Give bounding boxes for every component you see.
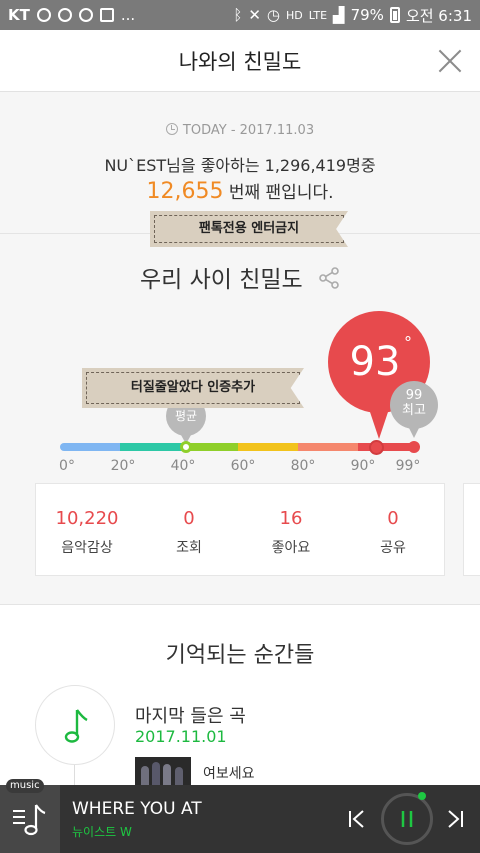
max-intimacy-label: 최고 [402,403,426,418]
fan-count-text: NU`EST님을 좋아하는 1,296,419명중 [104,156,376,175]
next-icon[interactable] [443,807,467,831]
gauge-tick-label: 40° [170,458,196,474]
clock-time: 오전 6:31 [405,6,472,25]
page-header: 나와의 친밀도 [0,30,480,92]
gauge-segment [60,443,120,451]
average-label: 평균 [174,409,198,423]
stat-value: 0 [387,508,399,529]
stat-label: 음악감상 [61,540,113,556]
today-label: TODAY [182,123,227,138]
stat-label: 공유 [380,540,406,556]
hd-icon: HD [286,8,303,22]
stat-value: 16 [279,508,303,529]
stat-label: 조회 [176,540,202,556]
intimacy-title: 우리 사이 친밀도 [139,267,303,293]
fan-ribbon-badge: 팬톡전용 엔터금지 [150,211,348,247]
fan-rank-suffix: 번째 팬입니다. [228,183,334,203]
last-song-date: 2017.11.01 [135,727,227,746]
carrier-label: KT [8,6,30,24]
page-title: 나와의 친밀도 [178,49,302,74]
certification-ribbon-button[interactable]: 터질줄알았다 인증추가 [82,368,304,408]
gauge-tick-label: 20° [110,458,136,474]
share-icon[interactable] [318,267,340,289]
kakaotalk-icon [36,8,51,22]
battery-icon [389,7,400,23]
gallery-icon [99,8,114,22]
moments-section: 기억되는 순간들 마지막 들은 곡 2017.11.01 여보세요 [0,604,480,795]
youtube-icon [78,8,93,22]
fan-ribbon-label: 팬톡전용 엔터금지 [198,221,300,236]
gauge-segment [120,443,184,451]
pause-button[interactable] [381,792,433,845]
network-label: LTE [308,8,328,22]
max-intimacy-value: 99 [405,388,423,403]
pause-icon [401,811,413,827]
album-art-thumbnail[interactable] [135,757,191,786]
signal-icon: ▟ [333,6,345,24]
last-song-heading: 마지막 들은 곡 [135,706,246,727]
stats-card: 10,220 음악감상 0 조회 16 좋아요 0 공유 [35,483,445,576]
intimacy-gauge-bar [60,443,416,451]
today-date: - 2017.11.03 [230,123,315,138]
gauge-tick-label: 99° [395,458,421,474]
certification-ribbon-label: 터질줄알았다 인증추가 [130,380,256,395]
stat-item: 0 공유 [342,484,444,575]
mini-player[interactable]: WHERE YOU AT 뉴이스트 W [0,785,480,853]
gauge-tick-label: 60° [230,458,256,474]
today-line: TODAY - 2017.11.03 [0,123,480,138]
max-intimacy-bubble: 99 최고 [390,381,438,438]
gauge-segment [238,443,298,451]
stat-item: 10,220 음악감상 [36,484,138,575]
gauge-tick-label: 80° [290,458,316,474]
music-note-icon [64,709,88,743]
gauge-segment [184,443,238,451]
stat-item: 16 좋아요 [240,484,342,575]
playlist-note-icon [13,804,46,836]
mute-icon: ✕ [248,6,261,24]
more-notifications: ... [120,6,136,24]
stat-item: 0 조회 [138,484,240,575]
gauge-tick-label: 0° [59,458,75,474]
fan-rank-line: 12,655 번째 팬입니다. [0,178,480,204]
music-note-badge [35,685,115,765]
clock-icon [165,123,178,135]
moments-title: 기억되는 순간들 [165,643,315,668]
stat-label: 좋아요 [271,540,311,556]
battery-percent: 79% [350,6,384,24]
player-artist[interactable]: 뉴이스트 W [72,823,132,840]
player-logo[interactable] [0,785,60,853]
stat-value: 10,220 [55,508,119,529]
alarm-icon: ◷ [266,6,280,24]
fan-rank-number: 12,655 [146,179,224,204]
next-card-peek[interactable] [463,483,480,576]
intimacy-title-row: 우리 사이 친밀도 [0,260,480,294]
bluetooth-icon: ᛒ [233,6,243,24]
max-intimacy-marker [408,441,420,453]
previous-icon[interactable] [345,807,369,831]
music-icon [57,8,72,22]
song-title[interactable]: 여보세요 [203,763,255,783]
my-intimacy-marker [369,440,384,455]
my-intimacy-value: 93 [349,339,401,385]
stat-value: 0 [183,508,195,529]
player-song-title[interactable]: WHERE YOU AT [72,799,202,819]
status-bar: KT ... ᛒ ✕ ◷ HD LTE ▟ 79% 오전 6:31 [0,0,480,30]
close-icon[interactable] [434,45,466,77]
my-intimacy-degree: ° [404,333,412,352]
music-tag: music [6,779,44,793]
gauge-segment [298,443,358,451]
average-marker [180,441,192,453]
gauge-tick-label: 90° [350,458,376,474]
